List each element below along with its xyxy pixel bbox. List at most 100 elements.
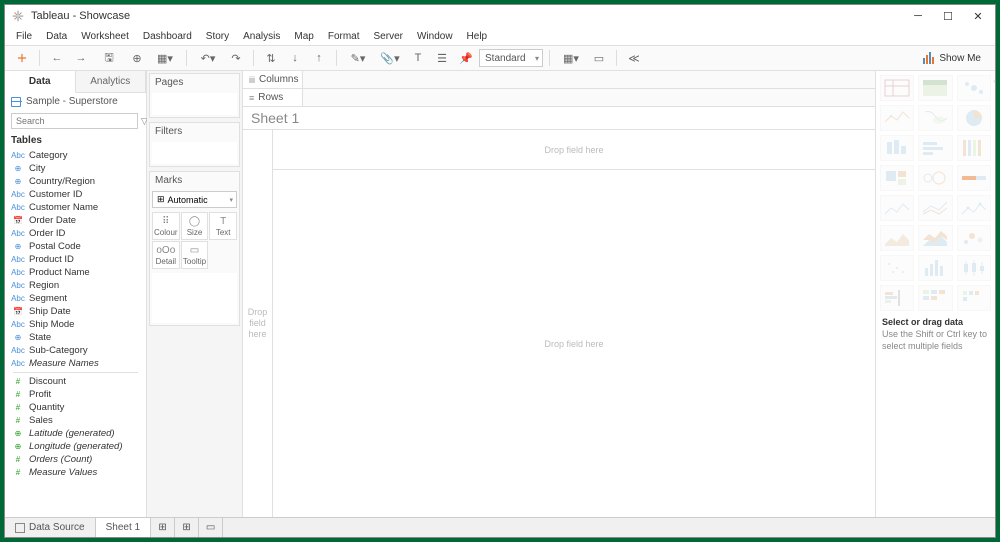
show-cards-button[interactable]: ▦▾	[556, 48, 586, 68]
pages-shelf[interactable]: Pages	[149, 73, 240, 118]
menu-analysis[interactable]: Analysis	[236, 29, 287, 44]
chart-type-14[interactable]	[957, 195, 991, 221]
chart-type-11[interactable]	[957, 165, 991, 191]
share-button[interactable]: ≪	[623, 48, 645, 68]
chart-type-7[interactable]	[918, 135, 952, 161]
columns-shelf[interactable]: iiiColumns	[243, 71, 875, 89]
field-segment[interactable]: AbcSegment	[7, 292, 144, 305]
new-sheet-button[interactable]: ▦▾	[150, 48, 180, 68]
back-button[interactable]: ←	[46, 48, 68, 68]
menu-map[interactable]: Map	[287, 29, 320, 44]
save-button[interactable]: 🖫	[94, 48, 124, 68]
tab-data[interactable]: Data	[5, 71, 76, 93]
field-product-name[interactable]: AbcProduct Name	[7, 266, 144, 279]
field-sub-category[interactable]: AbcSub-Category	[7, 344, 144, 357]
show-me-button[interactable]: Show Me	[915, 50, 989, 66]
chart-type-23[interactable]	[957, 285, 991, 311]
menu-help[interactable]: Help	[460, 29, 495, 44]
menu-data[interactable]: Data	[39, 29, 74, 44]
field-order-date[interactable]: 📅Order Date	[7, 214, 144, 227]
sort-asc-button[interactable]: ↓	[284, 48, 306, 68]
undo-button[interactable]: ↶▾	[193, 48, 223, 68]
menu-file[interactable]: File	[9, 29, 39, 44]
new-worksheet-button[interactable]: ⊞	[151, 518, 175, 537]
chart-type-9[interactable]	[880, 165, 914, 191]
field-product-id[interactable]: AbcProduct ID	[7, 253, 144, 266]
rows-shelf[interactable]: ≡Rows	[243, 89, 875, 107]
minimize-button[interactable]: ─	[903, 6, 933, 26]
menu-dashboard[interactable]: Dashboard	[136, 29, 199, 44]
field-category[interactable]: AbcCategory	[7, 149, 144, 162]
field-ship-mode[interactable]: AbcShip Mode	[7, 318, 144, 331]
forward-button[interactable]: →	[70, 48, 92, 68]
viz-drop-zone[interactable]: Drop field here	[273, 170, 875, 517]
chart-type-22[interactable]	[918, 285, 952, 311]
mark-colour[interactable]: ⠿Colour	[152, 212, 180, 240]
chart-type-3[interactable]	[880, 105, 914, 131]
menu-story[interactable]: Story	[199, 29, 236, 44]
totals-button[interactable]: T	[407, 48, 429, 68]
fit-dropdown[interactable]: Standard	[479, 49, 543, 67]
field-profit[interactable]: #Profit	[7, 388, 144, 401]
chart-type-16[interactable]	[918, 225, 952, 251]
highlight-button[interactable]: ✎▾	[343, 48, 373, 68]
filters-shelf[interactable]: Filters	[149, 122, 240, 167]
chart-type-13[interactable]	[918, 195, 952, 221]
chart-type-18[interactable]	[880, 255, 914, 281]
mark-size[interactable]: ◯Size	[181, 212, 209, 240]
new-story-button[interactable]: ▭	[199, 518, 223, 537]
menu-worksheet[interactable]: Worksheet	[74, 29, 136, 44]
chart-type-2[interactable]	[957, 75, 991, 101]
menu-server[interactable]: Server	[367, 29, 410, 44]
field-customer-name[interactable]: AbcCustomer Name	[7, 201, 144, 214]
field-measure-values[interactable]: #Measure Values	[7, 466, 144, 479]
presentation-button[interactable]: ▭	[588, 48, 610, 68]
field-region[interactable]: AbcRegion	[7, 279, 144, 292]
marks-type-dropdown[interactable]: ⊞ Automatic	[152, 191, 237, 208]
sheet-title[interactable]: Sheet 1	[243, 107, 875, 130]
mark-tooltip[interactable]: ▭Tooltip	[181, 241, 209, 269]
chart-type-20[interactable]	[957, 255, 991, 281]
mark-detail[interactable]: oOoDetail	[152, 241, 180, 269]
sort-desc-button[interactable]: ↑	[308, 48, 330, 68]
chart-type-21[interactable]	[880, 285, 914, 311]
field-postal-code[interactable]: ⊕Postal Code	[7, 240, 144, 253]
new-datasource-button[interactable]: ⊕	[126, 48, 148, 68]
maximize-button[interactable]: ☐	[933, 6, 963, 26]
chart-type-12[interactable]	[880, 195, 914, 221]
search-input[interactable]	[11, 113, 138, 129]
field-orders-count-[interactable]: #Orders (Count)	[7, 453, 144, 466]
tab-analytics[interactable]: Analytics◦	[76, 71, 147, 92]
chart-type-1[interactable]	[918, 75, 952, 101]
new-dashboard-button[interactable]: ⊞	[175, 518, 199, 537]
redo-button[interactable]: ↷	[225, 48, 247, 68]
datasource-tab[interactable]: Data Source	[5, 518, 96, 537]
menu-format[interactable]: Format	[321, 29, 367, 44]
menu-window[interactable]: Window	[410, 29, 460, 44]
swap-button[interactable]: ⇅	[260, 48, 282, 68]
field-order-id[interactable]: AbcOrder ID	[7, 227, 144, 240]
field-latitude-generated-[interactable]: ⊕Latitude (generated)	[7, 427, 144, 440]
chart-type-6[interactable]	[880, 135, 914, 161]
chart-type-15[interactable]	[880, 225, 914, 251]
sheet-tab[interactable]: Sheet 1	[96, 518, 151, 537]
datasource-row[interactable]: Sample - Superstore	[5, 93, 146, 110]
chart-type-10[interactable]	[918, 165, 952, 191]
field-state[interactable]: ⊕State	[7, 331, 144, 344]
field-longitude-generated-[interactable]: ⊕Longitude (generated)	[7, 440, 144, 453]
mark-text[interactable]: TText	[209, 212, 237, 240]
rows-drop-zone[interactable]: Drop field here	[243, 130, 273, 517]
field-city[interactable]: ⊕City	[7, 162, 144, 175]
chart-type-4[interactable]	[918, 105, 952, 131]
field-measure-names[interactable]: AbcMeasure Names	[7, 357, 144, 370]
field-customer-id[interactable]: AbcCustomer ID	[7, 188, 144, 201]
chart-type-0[interactable]	[880, 75, 914, 101]
home-button[interactable]	[11, 48, 33, 68]
columns-drop-zone[interactable]: Drop field here	[273, 130, 875, 170]
field-discount[interactable]: #Discount	[7, 375, 144, 388]
field-quantity[interactable]: #Quantity	[7, 401, 144, 414]
field-ship-date[interactable]: 📅Ship Date	[7, 305, 144, 318]
field-country-region[interactable]: ⊕Country/Region	[7, 175, 144, 188]
chart-type-8[interactable]	[957, 135, 991, 161]
pin-button[interactable]: 📌	[455, 48, 477, 68]
